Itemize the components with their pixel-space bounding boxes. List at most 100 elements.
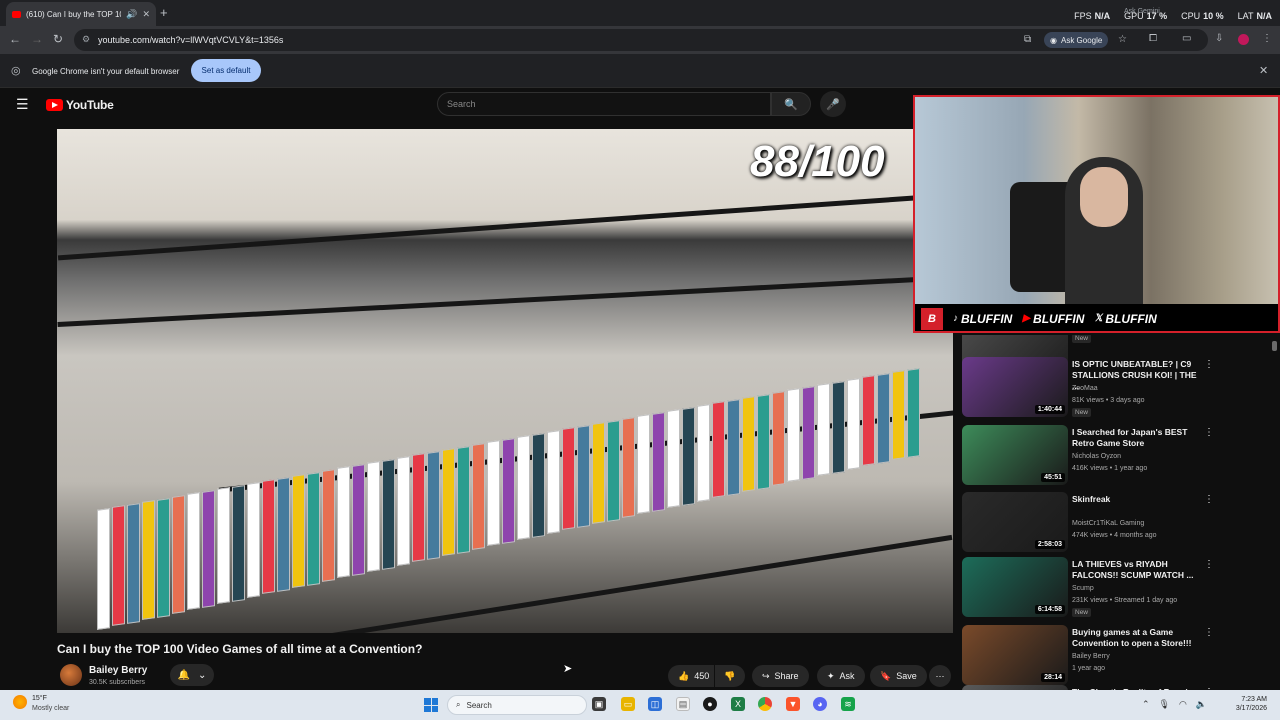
recommended-video-title[interactable]: LA THIEVES vs RIYADH FALCONS!! SCUMP WAT… [1072,559,1202,581]
bookmark-star-icon[interactable]: ☆ [1118,34,1127,45]
side-panel-icon[interactable]: ▭ [1182,33,1191,44]
channel-avatar[interactable] [60,664,82,686]
youtube-logo[interactable]: YouTube [46,98,114,112]
recommended-channel-name[interactable]: Nicholas Oyzon [1072,453,1121,460]
recommendations-scrollbar[interactable] [1272,335,1277,690]
volume-icon[interactable]: 🔈 [1196,699,1207,710]
downloads-icon[interactable]: ⇩ [1215,33,1223,44]
dislike-button[interactable]: 👎 [715,665,745,687]
search-input[interactable] [438,93,770,115]
infobar-message: Google Chrome isn't your default browser [32,67,180,76]
close-tab-icon[interactable]: ✕ [142,9,150,20]
video-thumbnail[interactable]: 6:14:58 [962,557,1068,617]
site-info-icon[interactable]: ⚙ [82,34,90,45]
game-case [262,479,275,595]
tab-title: (610) Can I buy the TOP 10... [26,9,122,19]
address-bar[interactable]: ⚙ youtube.com/watch?v=llWVqtVCVLY&t=1356… [74,29,1208,51]
task-view-icon[interactable]: ▣ [592,697,606,711]
game-case [427,450,440,560]
tiktok-icon: ♪ [953,313,958,324]
game-case [832,380,845,474]
game-case [457,445,470,554]
close-infobar-icon[interactable]: ✕ [1259,64,1268,77]
profile-avatar[interactable] [1238,34,1249,45]
recommended-video-title[interactable]: I Searched for Japan's BEST Retro Game S… [1072,427,1202,449]
recommended-channel-name[interactable]: Scump [1072,585,1094,592]
extensions-icon[interactable]: ⧠ [1149,33,1157,44]
browser-menu-icon[interactable]: ⋮ [1262,33,1272,44]
set-as-default-button[interactable]: Set as default [191,59,261,82]
url-text[interactable]: youtube.com/watch?v=llWVqtVCVLY&t=1356s [98,35,283,45]
notification-bell-button[interactable]: 🔔 ⌄ [170,664,214,686]
youtube-icon: ▶ [1022,313,1031,324]
forward-icon[interactable]: → [31,32,43,46]
search-button[interactable]: 🔍 [771,92,811,116]
ask-button[interactable]: ✦ Ask [817,665,865,687]
video-thumbnail[interactable]: 28:14 [962,625,1068,685]
install-app-icon[interactable]: ⧉ [1024,34,1031,45]
more-options-icon[interactable]: ⋮ [1204,627,1214,638]
store-icon[interactable]: ◫ [648,697,662,711]
weather-temperature[interactable]: 15°F [32,695,47,702]
chrome-icon[interactable] [758,697,772,711]
taskbar-search[interactable]: ⌕ Search [447,695,587,715]
weather-icon[interactable] [13,695,27,709]
notepad-icon[interactable]: ▤ [676,697,690,711]
more-options-icon[interactable]: ⋮ [1204,559,1214,570]
game-case [892,370,905,461]
channel-name[interactable]: Bailey Berry [89,665,147,676]
video-thumbnail[interactable]: 2:58:03 [962,492,1068,552]
subscriber-count: 30.5K subscribers [89,679,146,686]
like-button[interactable]: 👍 450 [668,665,714,687]
weather-condition[interactable]: Mostly clear [32,705,69,712]
hamburger-menu-icon[interactable]: ☰ [16,96,29,113]
back-icon[interactable]: ← [9,32,21,46]
recommended-channel-name[interactable]: MoistCr1TiKaL Gaming [1072,520,1144,527]
recommended-video[interactable]: 45:51 I Searched for Japan's BEST Retro G… [962,425,1262,485]
video-player[interactable]: 88/100 [57,129,953,633]
more-actions-button[interactable]: ⋯ [929,665,951,687]
more-options-icon[interactable]: ⋮ [1204,494,1214,505]
audio-playing-icon[interactable]: 🔊 [126,9,137,20]
spotify-icon[interactable]: ≋ [841,697,855,711]
recommended-video[interactable]: 2:58:03 Skinfreak MoistCr1TiKaL Gaming 474K… [962,492,1262,552]
shelf-rail [57,275,937,328]
file-explorer-icon[interactable]: ▭ [621,697,635,711]
obs-icon[interactable]: ● [703,697,717,711]
webcam-view [915,97,1278,307]
recommended-video-title[interactable]: Buying games at a Game Convention to ope… [1072,627,1202,649]
voice-search-button[interactable]: 🎤 [820,91,846,117]
recommended-video[interactable]: 1:40:44 IS OPTIC UNBEATABLE? | C9 STALLIO… [962,357,1262,417]
new-tab-button[interactable]: + [160,5,168,20]
recommended-channel-name[interactable]: ZooMaa [1072,385,1098,392]
more-options-icon[interactable]: ⋮ [1204,359,1214,370]
recommended-channel-name[interactable]: Bailey Berry [1072,653,1110,660]
clock-time[interactable]: 7:23 AM [1227,696,1267,703]
windows-start-icon[interactable] [424,698,438,712]
brave-icon[interactable]: ▼ [786,697,800,711]
recommended-video-title[interactable]: Skinfreak [1072,494,1202,505]
youtube-favicon-icon [12,10,21,18]
excel-icon[interactable]: X [731,697,745,711]
chevron-up-icon[interactable]: ⌃ [1142,699,1150,710]
reload-icon[interactable]: ↻ [53,32,63,46]
microphone-icon[interactable]: 🎙 [1159,699,1170,710]
search-icon: ⌕ [456,700,461,709]
scrollbar-thumb[interactable] [1272,341,1277,351]
windows-taskbar: 15°F Mostly clear ⌕ Search ▣ ▭ ◫ ▤ ● X ▼… [0,690,1280,720]
more-options-icon[interactable]: ⋮ [1204,427,1214,438]
share-button[interactable]: ↪ Share [752,665,809,687]
video-thumbnail[interactable]: 1:40:44 [962,357,1068,417]
recommended-video[interactable]: 28:14 Buying games at a Game Convention t… [962,625,1262,685]
clock-date[interactable]: 3/17/2026 [1227,705,1267,712]
video-thumbnail[interactable]: 45:51 [962,425,1068,485]
game-case [172,495,185,614]
browser-tab-active[interactable]: (610) Can I buy the TOP 10... 🔊 ✕ [6,2,156,26]
network-icon[interactable]: ◠ [1179,699,1187,710]
save-button[interactable]: 🔖 Save [870,665,927,687]
recommended-video[interactable]: 6:14:58 LA THIEVES vs RIYADH FALCONS!! SC… [962,557,1262,617]
discord-icon[interactable]: ◕ [813,697,827,711]
ask-google-button[interactable]: ◉ Ask Google [1044,32,1109,48]
search-box[interactable] [437,92,771,116]
game-case [907,367,920,458]
